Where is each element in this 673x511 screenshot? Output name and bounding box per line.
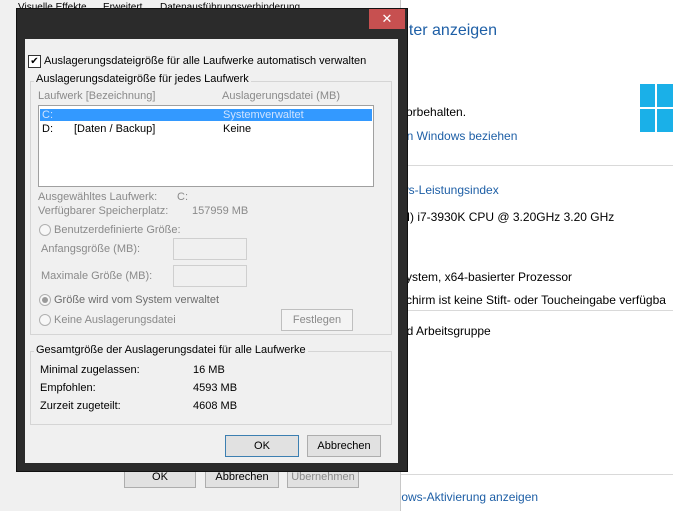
current-value: 4608 MB [193,400,238,412]
drive-label: [Daten / Backup] [74,123,156,135]
drive-list[interactable]: C: Systemverwaltet D: [Daten / Backup] K… [38,105,374,187]
custom-size-label: Benutzerdefinierte Größe: [54,224,181,236]
windows-features-link[interactable]: en Windows beziehen [400,129,517,143]
rights-reserved-text: vorbehalten. [400,105,467,119]
current-label: Zurzeit zugeteilt: [40,400,121,412]
set-button[interactable]: Festlegen [281,309,353,331]
list-item[interactable]: C: Systemverwaltet [40,109,372,121]
virtual-memory-dialog: ✕ ✔ Auslagerungsdateigröße für alle Lauf… [16,8,408,472]
system-heading: uter anzeigen [400,22,497,39]
pagefile-value: Keine [223,123,252,135]
max-size-label: Maximale Größe (MB): [41,270,153,282]
column-pagefile-header: Auslagerungsdatei (MB) [222,90,341,102]
no-pagefile-radio[interactable] [39,314,51,326]
close-button[interactable]: ✕ [369,9,405,29]
auto-manage-checkbox[interactable]: ✔ [28,55,41,68]
windows-logo-icon [640,84,673,134]
column-drive-header: Laufwerk [Bezeichnung] [38,90,156,102]
min-allowed-value: 16 MB [193,364,225,376]
system-managed-label: Größe wird vom System verwaltet [54,294,220,306]
dialog-client-area: ✔ Auslagerungsdateigröße für alle Laufwe… [25,39,398,463]
initial-size-input[interactable] [173,238,247,260]
initial-size-label: Anfangsgröße (MB): [41,243,141,255]
drive-letter: C: [42,109,53,121]
system-type-text: system, x64-basierter Prozessor [400,270,573,284]
cancel-button[interactable]: Abbrechen [307,435,381,457]
drive-letter: D: [42,123,53,135]
divider [400,310,673,311]
ok-button[interactable]: OK [225,435,299,457]
selected-drive-label: Ausgewähltes Laufwerk: [38,191,158,203]
drive-group-title: Auslagerungsdateigröße für jedes Laufwer… [34,73,251,85]
max-size-input[interactable] [173,265,247,287]
recommended-label: Empfohlen: [40,382,96,394]
performance-index-link[interactable]: ws-Leistungsindex [400,183,499,197]
selected-drive-value: C: [177,191,188,203]
free-space-value: 157959 MB [192,205,249,217]
recommended-value: 4593 MB [193,382,238,394]
processor-text: M) i7-3930K CPU @ 3.20GHz 3.20 GHz [400,210,615,224]
workgroup-text: nd Arbeitsgruppe [400,324,491,338]
total-group-title: Gesamtgröße der Auslagerungsdatei für al… [34,344,308,356]
pen-touch-text: schirm ist keine Stift- oder Toucheingab… [400,293,666,307]
divider [374,474,673,475]
free-space-label: Verfügbarer Speicherplatz: [38,205,169,217]
list-item[interactable]: D: [Daten / Backup] Keine [40,123,372,135]
custom-size-radio[interactable] [39,224,51,236]
system-managed-radio[interactable] [39,294,51,306]
min-allowed-label: Minimal zugelassen: [40,364,140,376]
auto-manage-label[interactable]: Auslagerungsdateigröße für alle Laufwerk… [44,55,366,67]
divider [400,165,673,166]
no-pagefile-label: Keine Auslagerungsdatei [54,314,176,326]
pagefile-value: Systemverwaltet [223,109,304,121]
